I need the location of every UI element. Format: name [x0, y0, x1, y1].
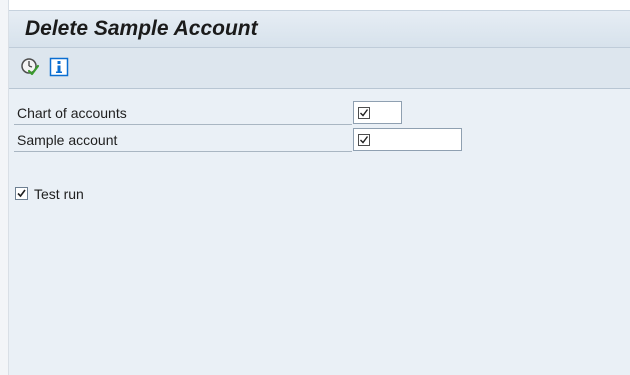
required-icon	[358, 133, 370, 151]
page-title: Delete Sample Account	[25, 17, 258, 40]
execute-button[interactable]	[20, 57, 40, 77]
execute-clock-icon	[20, 57, 40, 77]
left-border	[0, 0, 9, 375]
title-bar: Delete Sample Account	[9, 10, 630, 48]
field-row-chart-of-accounts: Chart of accounts	[14, 101, 352, 125]
test-run-label: Test run	[34, 186, 84, 202]
checkbox-checked-icon	[15, 187, 28, 200]
application-toolbar	[9, 48, 630, 89]
required-icon	[358, 106, 370, 124]
info-icon	[49, 57, 69, 77]
app-window: Delete Sample Account Chart of accounts …	[0, 0, 630, 375]
sample-account-input[interactable]	[353, 128, 462, 151]
chart-of-accounts-input[interactable]	[353, 101, 402, 124]
chart-of-accounts-label: Chart of accounts	[17, 105, 127, 121]
info-button[interactable]	[49, 57, 69, 77]
selection-screen: Chart of accounts Sample account Test ru…	[9, 89, 630, 375]
sample-account-label: Sample account	[17, 132, 118, 148]
field-row-sample-account: Sample account	[14, 128, 352, 152]
